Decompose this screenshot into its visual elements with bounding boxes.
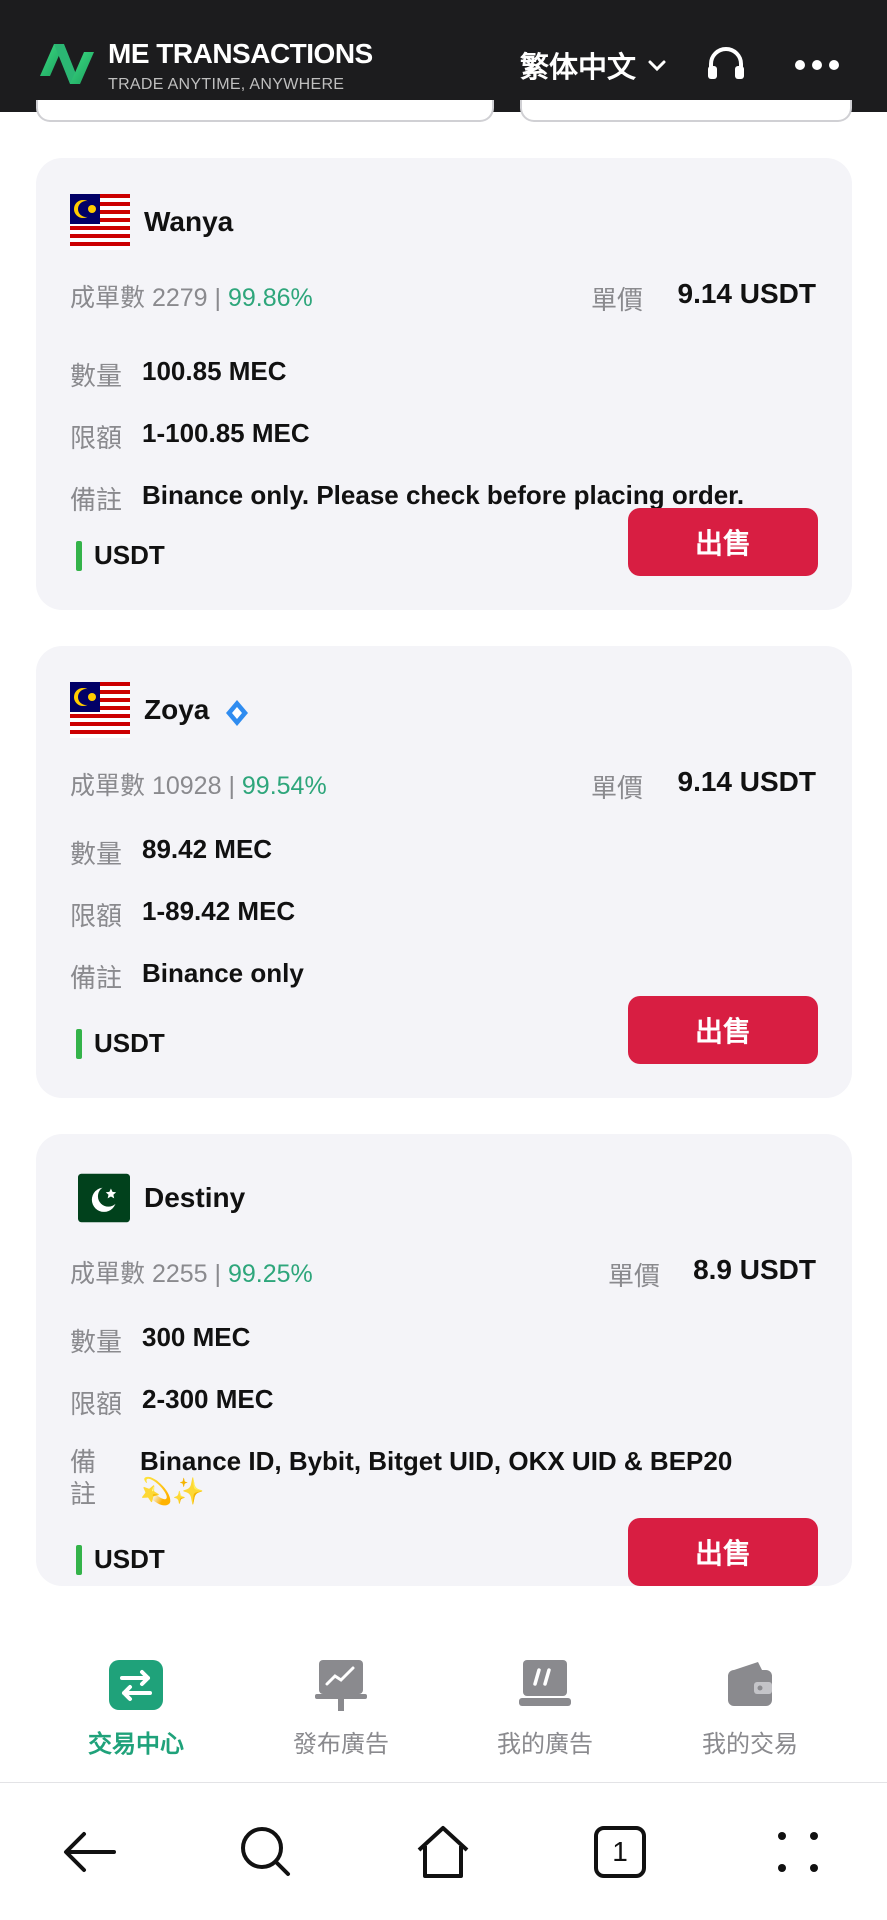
brand-title: ME TRANSACTIONS <box>108 38 373 69</box>
payment-indicator <box>76 540 82 571</box>
unit-price: 9.14 USDT <box>677 278 817 309</box>
pakistan-flag-icon <box>78 1173 130 1223</box>
trader-name[interactable]: Destiny <box>144 1182 245 1214</box>
price-label: 單價 <box>591 285 644 315</box>
payment-method: USDT <box>76 540 165 571</box>
remark-emoji: 💫✨ <box>140 1476 205 1506</box>
trade-stats: 成單數 2255 | 99.25% <box>70 1260 313 1288</box>
remark-label: 備註 <box>70 485 123 515</box>
verified-badge-icon <box>226 700 248 726</box>
trade-stats: 成單數 10928 | 99.54% <box>70 772 327 800</box>
listing-card: Destiny 成單數 2255 | 99.25% 單價 8.9 USDT 數量… <box>36 1134 852 1586</box>
system-nav-bar: 1 <box>0 1784 887 1920</box>
orders-count: 10928 <box>151 772 222 800</box>
tab-label: 我的交易 <box>702 1731 798 1758</box>
payment-indicator <box>76 1544 82 1575</box>
remark-label-line2: 註 <box>70 1479 97 1509</box>
brand-subtitle: TRADE ANYTIME, ANYWHERE <box>108 76 345 93</box>
tab-trade-center[interactable]: 交易中心 <box>56 1660 216 1759</box>
payment-method: USDT <box>76 1544 165 1575</box>
filter-dropdown-left[interactable] <box>36 100 494 122</box>
completion-rate: 99.54% <box>241 772 327 800</box>
price-label: 單價 <box>591 773 644 803</box>
orders-label: 成單數 <box>70 1260 146 1288</box>
headset-icon[interactable] <box>706 46 746 82</box>
tab-label: 發布廣告 <box>293 1731 389 1758</box>
quantity-label: 數量 <box>70 1327 123 1357</box>
limit-label: 限額 <box>70 1389 123 1419</box>
malaysia-flag-icon <box>70 194 130 250</box>
limit-label: 限額 <box>70 901 123 931</box>
wallet-icon <box>728 1662 772 1706</box>
home-icon[interactable] <box>413 1822 473 1882</box>
filter-dropdown-right[interactable] <box>520 100 852 122</box>
chart-board-icon <box>315 1660 367 1711</box>
language-selector[interactable]: 繁体中文 <box>520 44 668 86</box>
tab-my-trades[interactable]: 我的交易 <box>670 1660 830 1759</box>
sell-button[interactable]: 出售 <box>628 996 818 1064</box>
remark-value: Binance ID, Bybit, Bitget UID, OKX UID &… <box>140 1446 820 1506</box>
orders-count: 2279 <box>151 284 208 312</box>
quantity-label: 數量 <box>70 361 123 391</box>
bottom-tab-bar: 交易中心 發布廣告 我的廣告 我的交易 <box>0 1640 887 1783</box>
tab-label: 交易中心 <box>88 1731 184 1758</box>
search-icon[interactable] <box>236 1822 296 1882</box>
remark-value: Binance only. Please check before placin… <box>142 480 745 510</box>
remark-value: Binance only <box>142 958 304 988</box>
trader-name[interactable]: Wanya <box>144 206 233 238</box>
payment-method: USDT <box>76 1028 165 1059</box>
orders-label: 成單數 <box>70 284 146 312</box>
me-logo-icon <box>40 44 94 84</box>
payment-indicator <box>76 1028 82 1059</box>
tabs-button[interactable]: 1 <box>590 1822 650 1882</box>
language-label: 繁体中文 <box>520 52 637 84</box>
listing-card: Zoya 成單數 10928 | 99.54% 單價 9.14 USDT 數量 … <box>36 646 852 1098</box>
limit-value: 1-89.42 MEC <box>142 896 296 926</box>
limit-value: 2-300 MEC <box>142 1384 274 1414</box>
remark-text: Binance ID, Bybit, Bitget UID, OKX UID &… <box>140 1446 733 1476</box>
payment-label: USDT <box>94 1028 165 1058</box>
limit-label: 限額 <box>70 423 123 453</box>
quantity-value: 300 MEC <box>142 1322 251 1352</box>
back-arrow-icon[interactable] <box>60 1822 120 1882</box>
tab-my-ads[interactable]: 我的廣告 <box>465 1660 625 1759</box>
unit-price: 8.9 USDT <box>693 1254 816 1285</box>
chevron-down-icon <box>648 60 666 72</box>
sell-button[interactable]: 出售 <box>628 508 818 576</box>
trader-name[interactable]: Zoya <box>144 694 209 726</box>
sell-button[interactable]: 出售 <box>628 1518 818 1586</box>
tab-count: 1 <box>594 1826 646 1878</box>
more-icon[interactable] <box>794 58 840 72</box>
completion-rate: 99.86% <box>227 284 313 312</box>
limit-value: 1-100.85 MEC <box>142 418 310 448</box>
ad-board-icon <box>519 1660 571 1706</box>
payment-label: USDT <box>94 540 165 570</box>
remark-label-line1: 備 <box>70 1447 97 1477</box>
orders-count: 2255 <box>151 1260 208 1288</box>
malaysia-flag-icon <box>70 682 130 738</box>
unit-price: 9.14 USDT <box>677 766 817 797</box>
remark-label: 備註 <box>70 963 123 993</box>
completion-rate: 99.25% <box>227 1260 313 1288</box>
quantity-value: 100.85 MEC <box>142 356 287 386</box>
orders-label: 成單數 <box>70 772 146 800</box>
trade-stats: 成單數 2279 | 99.86% <box>70 284 313 312</box>
price-label: 單價 <box>608 1261 661 1291</box>
tab-publish-ad[interactable]: 發布廣告 <box>261 1660 421 1759</box>
listing-card: Wanya 成單數 2279 | 99.86% 單價 9.14 USDT 數量 … <box>36 158 852 610</box>
tab-label: 我的廣告 <box>497 1731 593 1758</box>
quantity-value: 89.42 MEC <box>142 834 273 864</box>
payment-label: USDT <box>94 1544 165 1574</box>
app-header: ME TRANSACTIONS TRADE ANYTIME, ANYWHERE … <box>0 0 887 112</box>
menu-dots-icon[interactable] <box>768 1822 828 1882</box>
quantity-label: 數量 <box>70 839 123 869</box>
exchange-icon <box>109 1660 163 1710</box>
remark-label: 備 註 <box>70 1446 96 1510</box>
